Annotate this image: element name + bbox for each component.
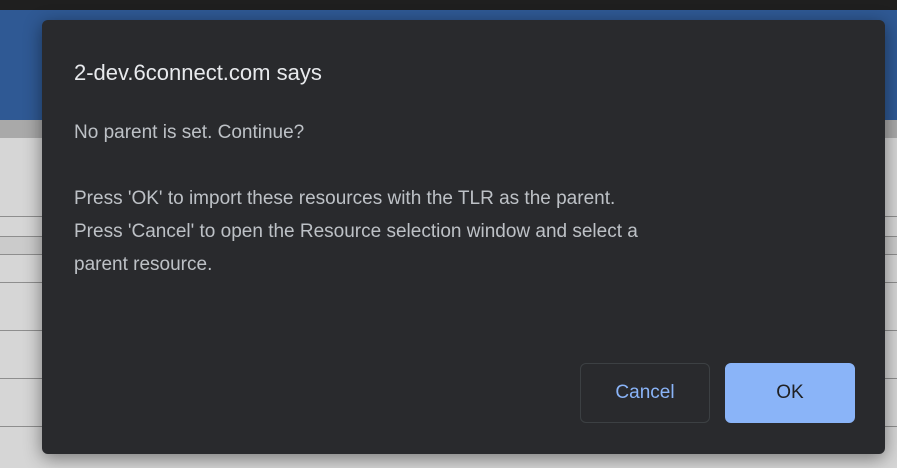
cancel-button[interactable]: Cancel bbox=[580, 363, 710, 423]
dialog-message-line: parent resource. bbox=[74, 254, 213, 275]
dialog-title: 2-dev.6connect.com says bbox=[74, 60, 322, 85]
browser-viewport: 2-dev.6connect.com says No parent is set… bbox=[0, 0, 897, 468]
dialog-message-line: Press 'Cancel' to open the Resource sele… bbox=[74, 221, 638, 242]
alert-dialog: 2-dev.6connect.com says No parent is set… bbox=[42, 20, 885, 454]
dialog-message-line: No parent is set. Continue? bbox=[74, 122, 305, 143]
dialog-message-line: Press 'OK' to import these resources wit… bbox=[74, 188, 616, 209]
ok-button[interactable]: OK bbox=[725, 363, 855, 423]
browser-top-bar bbox=[0, 0, 897, 10]
dialog-message-line bbox=[74, 149, 834, 182]
dialog-message: No parent is set. Continue? Press 'OK' t… bbox=[74, 116, 834, 281]
